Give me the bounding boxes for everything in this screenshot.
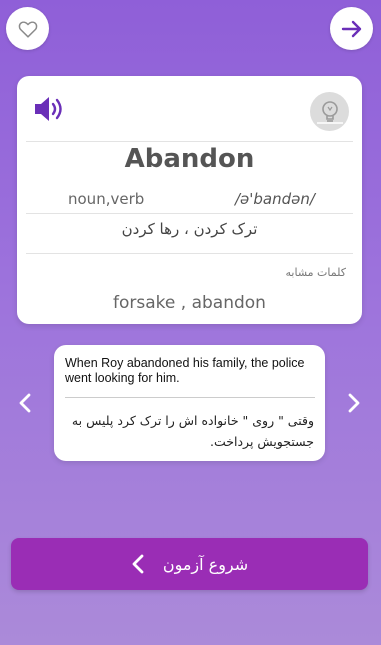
- similar-words-label: کلمات مشابه: [285, 266, 346, 279]
- similar-words: forsake , abandon: [113, 293, 266, 313]
- hint-button[interactable]: [310, 92, 349, 131]
- chevron-left-icon: [132, 554, 144, 574]
- word-meaning: ترک کردن ، رها کردن: [121, 220, 258, 238]
- divider: [26, 141, 353, 142]
- next-example-button[interactable]: [343, 390, 365, 416]
- favorite-button[interactable]: [6, 7, 49, 50]
- example-english: When Roy abandoned his family, the polic…: [65, 356, 305, 385]
- start-quiz-label: شروع آزمون: [162, 554, 249, 574]
- word-title: Abandon: [124, 144, 255, 174]
- example-persian: وقتی " روی " خانواده اش را ترک کرد پلیس …: [71, 413, 314, 449]
- part-of-speech: noun,verb: [68, 190, 145, 208]
- speaker-icon: [35, 97, 62, 121]
- phonetic-transcription: /ə'bandən/: [235, 190, 315, 208]
- chevron-left-icon: [19, 393, 31, 413]
- divider: [26, 213, 353, 214]
- chevron-right-icon: [348, 393, 360, 413]
- lightbulb-icon: [316, 100, 343, 124]
- heart-outline-icon: [18, 20, 37, 38]
- divider: [26, 253, 353, 254]
- previous-example-button[interactable]: [14, 390, 36, 416]
- arrow-right-icon: [341, 20, 361, 37]
- next-word-button[interactable]: [330, 7, 373, 50]
- start-quiz-button[interactable]: شروع آزمون: [11, 538, 368, 590]
- divider: [65, 397, 315, 398]
- word-card: Abandon noun,verb /ə'bandən/ ترک کردن ، …: [17, 76, 362, 324]
- play-pronunciation-button[interactable]: [33, 94, 67, 124]
- example-card: When Roy abandoned his family, the polic…: [54, 345, 325, 461]
